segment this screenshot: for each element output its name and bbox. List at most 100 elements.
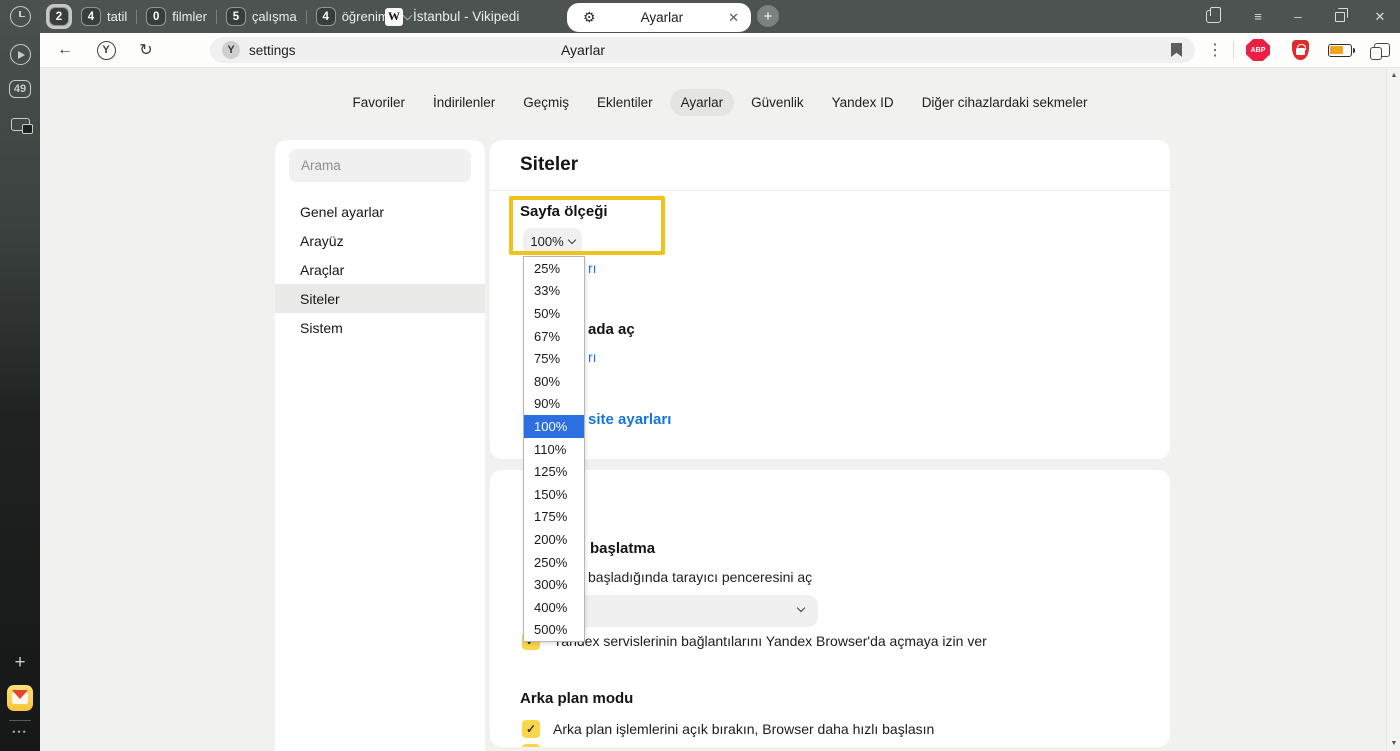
partial-checkbox-row[interactable]: ✓	[522, 744, 540, 747]
site-settings-link-fragment[interactable]: site ayarları	[588, 411, 671, 428]
startup-mode-select[interactable]	[550, 595, 818, 627]
settings-sections-list: Genel ayarlar Arayüz Araçlar Siteler Sis…	[275, 197, 485, 342]
tab-group-ogrenim[interactable]: 4 öğrenim	[316, 7, 389, 26]
restore-button[interactable]	[1323, 0, 1357, 33]
hidden-link-fragment[interactable]: rı	[588, 349, 597, 365]
tab-ayarlar[interactable]: ⚙ Ayarlar ✕	[567, 3, 751, 32]
tab-group-label: tatil	[107, 9, 127, 24]
sidebar-item-genel-ayarlar[interactable]: Genel ayarlar	[275, 197, 485, 226]
clock-icon	[10, 6, 31, 27]
scale-option[interactable]: 300%	[524, 573, 584, 596]
scale-option[interactable]: 400%	[524, 596, 584, 619]
checkbox-checked[interactable]: ✓	[522, 744, 540, 747]
scroll-up-icon[interactable]: ▲	[1387, 72, 1400, 79]
page-scrollbar[interactable]: ▲ ▼	[1386, 68, 1400, 751]
sidebar-item-arayuz[interactable]: Arayüz	[275, 226, 485, 255]
nav-indirilenler[interactable]: İndirilenler	[422, 89, 506, 116]
close-window-button[interactable]: ✕	[1363, 0, 1397, 33]
search-input[interactable]	[289, 149, 471, 182]
dock-divider	[9, 720, 31, 721]
tab-istanbul-vikipedi[interactable]: W İstanbul - Vikipedi	[385, 0, 519, 33]
settings-gear-icon: ⚙	[583, 9, 596, 26]
scale-option-selected[interactable]: 100%	[524, 415, 584, 438]
scale-option[interactable]: 90%	[524, 393, 584, 416]
side-panel-button[interactable]	[1196, 0, 1230, 33]
protect-shield-button[interactable]	[1286, 33, 1314, 67]
all-tabs-button[interactable]: 49	[0, 80, 40, 98]
scale-option[interactable]: 500%	[524, 619, 584, 642]
url-text: settings	[249, 43, 296, 58]
scale-option[interactable]: 67%	[524, 325, 584, 348]
scroll-down-icon[interactable]: ▼	[1387, 740, 1400, 747]
tab-group-calisma[interactable]: 5 çalışma	[226, 7, 297, 26]
tab-group-filmler[interactable]: 0 filmler	[146, 7, 207, 26]
card-title: Siteler	[520, 154, 578, 176]
scale-option[interactable]: 150%	[524, 483, 584, 506]
tab-group-tatil[interactable]: 4 tatil	[81, 7, 127, 26]
nav-diger-cihazlar[interactable]: Diğer cihazlardaki sekmeler	[911, 89, 1099, 116]
screenshot-button[interactable]	[0, 118, 40, 131]
system-settings-card: başlatma başladığında tarayıcı penceresi…	[490, 470, 1170, 747]
page-scale-select[interactable]: 100%	[523, 228, 582, 255]
page-scale-value: 100%	[530, 234, 563, 249]
back-button[interactable]: ←	[50, 33, 80, 67]
sidebar-item-sistem[interactable]: Sistem	[275, 313, 485, 342]
address-more-button[interactable]: ⋮	[1200, 33, 1230, 67]
battery-saver-button[interactable]	[1326, 33, 1354, 67]
scale-option[interactable]: 50%	[524, 302, 584, 325]
dock-add-button[interactable]: +	[0, 652, 40, 674]
sites-settings-card: Siteler Sayfa ölçeği 100% rı ada aç rı s…	[490, 140, 1170, 459]
checkbox-checked[interactable]: ✓	[522, 720, 540, 738]
settings-nav: Favoriler İndirilenler Geçmiş Eklentiler…	[40, 89, 1400, 116]
scale-option[interactable]: 80%	[524, 370, 584, 393]
nav-ayarlar[interactable]: Ayarlar	[670, 89, 735, 116]
browser-menu-button[interactable]: ≡	[1241, 0, 1275, 33]
scale-option[interactable]: 110%	[524, 438, 584, 461]
minimize-button[interactable]: –	[1281, 0, 1315, 33]
group-separator	[306, 10, 307, 24]
screenshot-icon	[11, 118, 30, 131]
scale-option[interactable]: 200%	[524, 528, 584, 551]
chevron-down-icon	[797, 604, 805, 612]
scale-option[interactable]: 250%	[524, 551, 584, 574]
background-mode-row[interactable]: ✓ Arka plan işlemlerini açık bırakın, Br…	[522, 720, 1142, 738]
scale-option[interactable]: 75%	[524, 347, 584, 370]
scale-option[interactable]: 33%	[524, 280, 584, 303]
background-mode-heading: Arka plan modu	[520, 690, 633, 707]
nav-yandex-id[interactable]: Yandex ID	[821, 89, 905, 116]
address-bar[interactable]: Y settings	[210, 37, 1195, 63]
adblock-extension-button[interactable]: ABP	[1244, 33, 1272, 67]
checkbox-label: Arka plan işlemlerini açık bırakın, Brow…	[553, 720, 934, 737]
tab-group-label: çalışma	[252, 9, 297, 24]
allow-yandex-links-row[interactable]: ✓ Yandex servislerinin bağlantılarını Ya…	[522, 632, 1142, 650]
startup-heading-fragment: başlatma	[590, 540, 655, 557]
restore-icon	[1335, 12, 1345, 22]
yandex-mail-button[interactable]	[0, 685, 40, 711]
sidebar-item-araclar[interactable]: Araçlar	[275, 255, 485, 284]
tab-group-active[interactable]: 2	[46, 4, 72, 29]
tabs-device-button[interactable]	[1368, 33, 1396, 67]
dock-more-button[interactable]: •••	[0, 727, 40, 737]
nav-favoriler[interactable]: Favoriler	[341, 89, 416, 116]
nav-gecmis[interactable]: Geçmiş	[512, 89, 580, 116]
toolbar-divider	[1233, 42, 1234, 59]
yandex-home-button[interactable]: Y	[91, 33, 121, 67]
reload-button[interactable]: ↻	[131, 33, 161, 67]
tab-group-count-badge: 2	[49, 7, 69, 26]
scale-option[interactable]: 125%	[524, 460, 584, 483]
tab-close-icon[interactable]: ✕	[728, 10, 739, 26]
video-button[interactable]	[0, 44, 40, 65]
nav-guvenlik[interactable]: Güvenlik	[740, 89, 815, 116]
nav-eklentiler[interactable]: Eklentiler	[586, 89, 664, 116]
hidden-link-fragment[interactable]: rı	[588, 260, 597, 276]
play-icon	[10, 44, 31, 65]
tab-group-count-badge: 5	[226, 7, 246, 26]
dots-icon: •••	[12, 727, 27, 737]
sidebar-item-siteler[interactable]: Siteler	[275, 284, 485, 313]
tab-group-label: filmler	[172, 9, 207, 24]
new-tab-button[interactable]: +	[757, 5, 779, 27]
tab-title: Ayarlar	[596, 10, 729, 25]
scale-option[interactable]: 25%	[524, 257, 584, 280]
history-button[interactable]	[0, 6, 40, 27]
scale-option[interactable]: 175%	[524, 506, 584, 529]
